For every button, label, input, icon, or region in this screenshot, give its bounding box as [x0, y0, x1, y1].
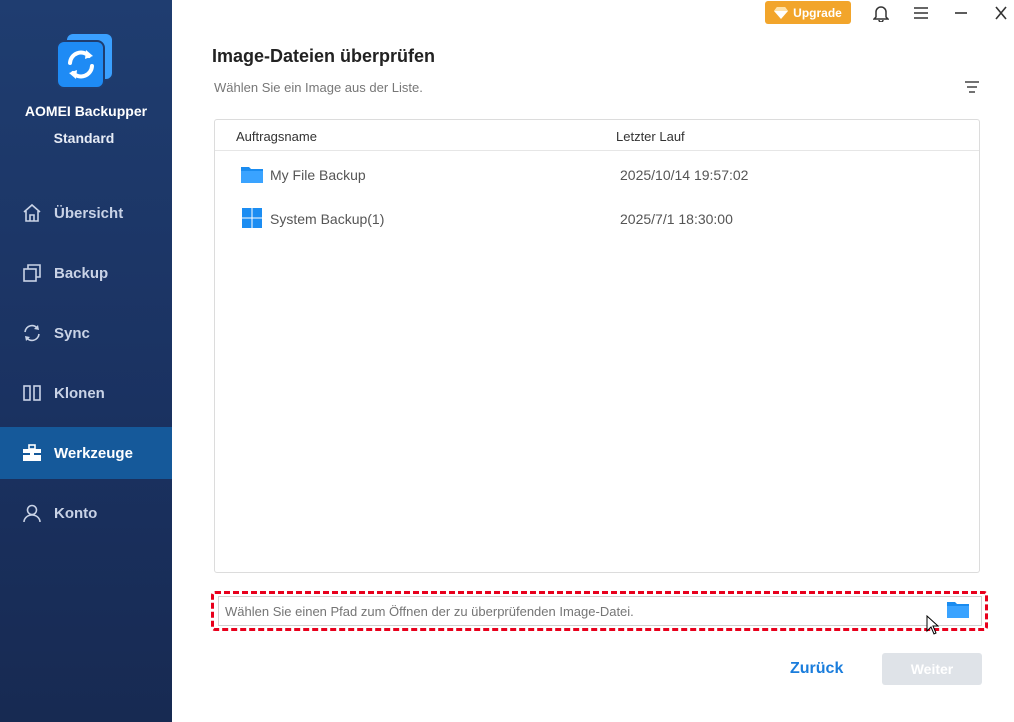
app-edition: Standard	[53, 130, 115, 146]
app-name: AOMEI Backupper	[24, 103, 148, 119]
row-name: My File Backup	[270, 167, 366, 183]
row-last-run: 2025/10/14 19:57:02	[620, 167, 749, 183]
close-icon[interactable]	[989, 2, 1013, 24]
list-item[interactable]: My File Backup 2025/10/14 19:57:02	[215, 152, 979, 196]
sidebar-item-backup[interactable]: Backup	[0, 247, 172, 299]
upgrade-label: Upgrade	[793, 5, 842, 20]
mouse-cursor-icon	[926, 614, 940, 637]
image-path-input[interactable]	[218, 596, 982, 626]
sidebar-item-clone[interactable]: Klonen	[0, 367, 172, 419]
sidebar-item-sync[interactable]: Sync	[0, 307, 172, 359]
app-window: AOMEI Backupper Standard Übersicht Backu…	[0, 0, 1014, 722]
filter-icon[interactable]	[962, 78, 982, 96]
row-last-run: 2025/7/1 18:30:00	[620, 211, 733, 227]
menu-icon[interactable]	[909, 2, 933, 24]
sync-icon	[22, 323, 42, 343]
toolbox-icon	[22, 443, 42, 463]
column-header-last-run: Letzter Lauf	[616, 129, 685, 144]
folder-icon	[240, 164, 264, 184]
upgrade-button[interactable]: Upgrade	[765, 1, 851, 24]
notification-bell-icon[interactable]	[869, 2, 893, 24]
sidebar-item-label: Übersicht	[54, 204, 124, 222]
sidebar-item-account[interactable]: Konto	[0, 487, 172, 539]
row-name: System Backup(1)	[270, 211, 385, 227]
home-icon	[22, 203, 42, 223]
app-logo-icon	[56, 32, 116, 93]
next-button[interactable]: Weiter	[882, 653, 982, 685]
backup-icon	[22, 263, 42, 283]
column-header-name: Auftragsname	[236, 129, 317, 144]
sidebar-item-label: Konto	[54, 504, 98, 522]
back-button[interactable]: Zurück	[790, 660, 843, 678]
sidebar-item-label: Sync	[54, 324, 90, 342]
user-icon	[22, 503, 42, 523]
windows-icon	[240, 208, 264, 228]
sidebar: AOMEI Backupper Standard Übersicht Backu…	[0, 0, 172, 722]
image-list: Auftragsname Letzter Lauf My File Backup…	[214, 119, 980, 573]
sidebar-item-overview[interactable]: Übersicht	[0, 187, 172, 239]
page-title: Image-Dateien überprüfen	[212, 46, 436, 66]
sidebar-item-label: Klonen	[54, 384, 105, 402]
clone-icon	[22, 383, 42, 403]
page-subtitle: Wählen Sie ein Image aus der Liste.	[214, 80, 423, 95]
sidebar-item-label: Backup	[54, 264, 109, 282]
list-header: Auftragsname Letzter Lauf	[215, 120, 979, 151]
sidebar-item-tools[interactable]: Werkzeuge	[0, 427, 172, 479]
sidebar-item-label: Werkzeuge	[54, 444, 133, 462]
browse-folder-icon[interactable]	[946, 599, 970, 619]
list-item[interactable]: System Backup(1) 2025/7/1 18:30:00	[215, 196, 979, 240]
diamond-icon	[774, 6, 789, 19]
minimize-icon[interactable]	[949, 2, 973, 24]
